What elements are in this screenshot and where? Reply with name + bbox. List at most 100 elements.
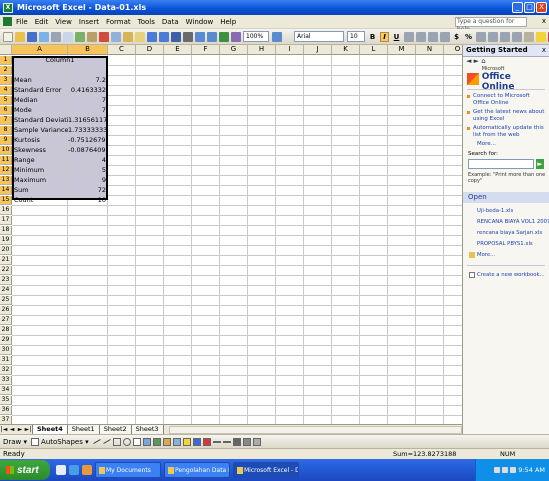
stat-value-cell[interactable]: 7.2 <box>68 76 107 85</box>
media-player-icon[interactable] <box>82 465 92 475</box>
save-icon[interactable] <box>27 31 37 42</box>
select-objects-icon[interactable] <box>31 437 40 446</box>
stat-label-cell[interactable]: Mean <box>13 76 68 85</box>
row-header-4[interactable]: 4 <box>0 86 12 95</box>
fill-color-draw-icon[interactable] <box>182 437 191 446</box>
spelling-icon[interactable] <box>75 31 85 42</box>
row-header-33[interactable]: 33 <box>0 376 12 385</box>
column-header-b[interactable]: B <box>68 45 108 55</box>
row-header-23[interactable]: 23 <box>0 276 12 285</box>
hyperlink-icon[interactable] <box>171 31 181 42</box>
merge-center-icon[interactable] <box>440 31 450 42</box>
recent-file-3[interactable]: rencana biaya Sarjan.xls <box>463 228 549 239</box>
row-header-1[interactable]: 1 <box>0 56 12 65</box>
task-pane-close-icon[interactable]: x <box>542 45 546 56</box>
line-style-icon[interactable] <box>212 440 221 443</box>
rectangle-icon[interactable] <box>112 437 121 446</box>
stat-value-cell[interactable]: 0.4163332 <box>68 86 107 95</box>
new-icon[interactable] <box>3 31 13 42</box>
column-header-m[interactable]: M <box>388 45 416 55</box>
insert-picture-icon[interactable] <box>172 437 181 446</box>
line-icon[interactable] <box>92 439 101 444</box>
link-connect-office-online[interactable]: Connect to Microsoft Office Online <box>463 92 549 108</box>
search-go-button[interactable]: ► <box>536 159 544 169</box>
internet-explorer-icon[interactable] <box>69 465 79 475</box>
row-header-16[interactable]: 16 <box>0 206 12 215</box>
align-center-icon[interactable] <box>416 31 426 42</box>
row-header-9[interactable]: 9 <box>0 136 12 145</box>
more-files-label[interactable]: More... <box>477 252 495 258</box>
font-select[interactable]: Arial <box>294 31 344 42</box>
close-button[interactable]: X <box>536 2 547 13</box>
fill-color-icon[interactable] <box>536 31 546 42</box>
row-header-10[interactable]: 10 <box>0 146 12 155</box>
stat-value-cell[interactable]: -0.087640907 <box>68 146 107 155</box>
link-label[interactable]: Get the latest news about using Excel <box>473 109 545 123</box>
align-left-icon[interactable] <box>404 31 414 42</box>
undo-icon[interactable] <box>147 31 157 42</box>
restore-button[interactable]: □ <box>524 2 535 13</box>
stat-value-cell[interactable]: 72 <box>68 186 107 195</box>
menu-format[interactable]: Format <box>106 18 131 26</box>
menu-insert[interactable]: Insert <box>79 18 99 26</box>
column-header-i[interactable]: I <box>276 45 304 55</box>
underline-button[interactable]: U <box>392 33 401 41</box>
taskbar-my-documents[interactable]: My Documents <box>95 462 161 478</box>
stat-label-cell[interactable]: Median <box>13 96 68 105</box>
more-files-link[interactable]: More... <box>463 250 549 261</box>
stat-value-cell[interactable]: 7 <box>68 96 107 105</box>
link-label[interactable]: Automatically update this list from the … <box>473 125 545 139</box>
last-sheet-button[interactable]: ►| <box>24 426 32 433</box>
sort-ascending-icon[interactable] <box>195 31 205 42</box>
row-header-7[interactable]: 7 <box>0 116 12 125</box>
diagram-icon[interactable] <box>152 437 161 446</box>
column-header-e[interactable]: E <box>164 45 192 55</box>
worksheet-grid[interactable]: ABCDEFGHIJKLMNO 1 2 3 4 5 6 7 8 9 10 11 12 13 14 15 16 1… <box>0 45 462 424</box>
help-search-input[interactable]: Type a question for help <box>455 17 527 33</box>
autoshapes-menu-button[interactable]: AutoShapes ▾ <box>41 438 89 446</box>
row-header-5[interactable]: 5 <box>0 96 12 105</box>
borders-icon[interactable] <box>524 31 534 42</box>
tray-volume-icon[interactable] <box>502 467 509 473</box>
print-icon[interactable] <box>51 31 61 42</box>
select-all-corner[interactable] <box>0 45 12 55</box>
stat-label-cell[interactable]: Count <box>13 196 68 205</box>
show-desktop-icon[interactable] <box>56 465 66 475</box>
menu-window[interactable]: Window <box>186 18 214 26</box>
tab-sheet1[interactable]: Sheet1 <box>66 424 100 435</box>
open-icon[interactable] <box>15 31 25 42</box>
row-header-37[interactable]: 37 <box>0 416 12 424</box>
stat-value-cell[interactable]: 4 <box>68 156 107 165</box>
cell-a1-column-header[interactable]: Column1 <box>12 56 108 65</box>
tray-security-icon[interactable] <box>510 467 517 473</box>
indent-icon[interactable] <box>512 31 522 42</box>
row-header-17[interactable]: 17 <box>0 216 12 225</box>
row-header-12[interactable]: 12 <box>0 166 12 175</box>
font-size-select[interactable]: 10 <box>347 31 365 42</box>
stat-label-cell[interactable]: Kurtosis <box>13 136 68 145</box>
column-header-g[interactable]: G <box>220 45 248 55</box>
column-header-n[interactable]: N <box>416 45 444 55</box>
column-header-c[interactable]: C <box>108 45 136 55</box>
recent-file-4[interactable]: PROPOSAL PBYS1.xls <box>463 239 549 250</box>
stat-label-cell[interactable]: Sample Variance <box>13 126 68 135</box>
wordart-icon[interactable] <box>142 437 151 446</box>
start-button[interactable]: start <box>0 460 50 480</box>
row-header-14[interactable]: 14 <box>0 186 12 195</box>
percent-button[interactable]: % <box>464 33 473 41</box>
bold-button[interactable]: B <box>368 33 377 41</box>
stat-value-cell[interactable]: -0.751267963 <box>68 136 107 145</box>
stat-value-cell[interactable]: 9 <box>68 176 107 185</box>
oval-icon[interactable] <box>122 437 131 446</box>
3d-style-icon[interactable] <box>252 437 261 446</box>
drawing-icon[interactable] <box>231 31 241 42</box>
office-online-logo[interactable]: Microsoft Office Online <box>467 66 545 92</box>
arrow-icon[interactable] <box>102 439 111 444</box>
autosum-icon[interactable] <box>183 31 193 42</box>
next-sheet-button[interactable]: ► <box>16 426 24 433</box>
row-header-19[interactable]: 19 <box>0 236 12 245</box>
currency-button[interactable]: $ <box>452 33 461 41</box>
print-preview-icon[interactable] <box>63 31 73 42</box>
row-header-26[interactable]: 26 <box>0 306 12 315</box>
taskbar-excel[interactable]: Microsoft Excel - Dat... <box>233 462 299 478</box>
